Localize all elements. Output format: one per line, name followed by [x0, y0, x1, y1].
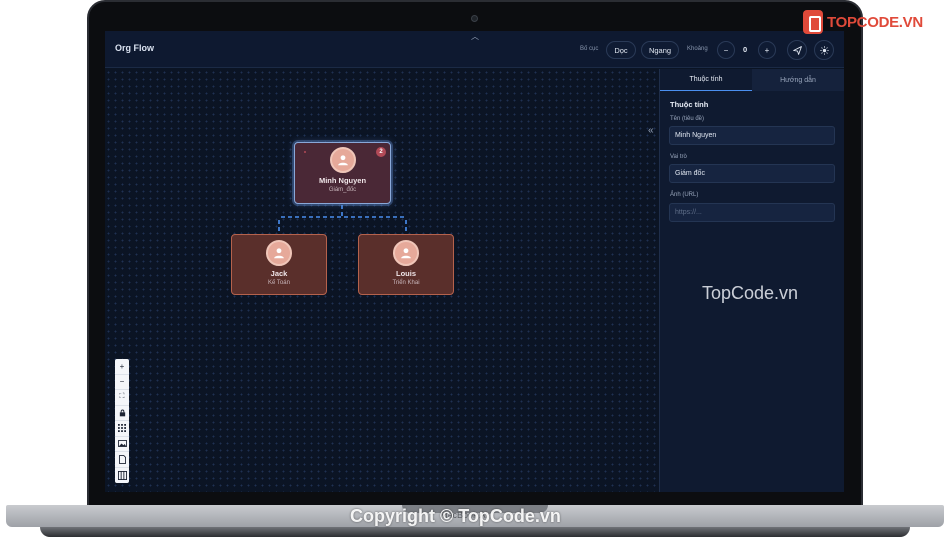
node-role: Kế Toán: [268, 280, 290, 286]
table-icon[interactable]: [115, 468, 129, 484]
user-icon: [401, 248, 411, 259]
tab-guide[interactable]: Hướng dẫn: [752, 69, 844, 91]
panel-tabs: Thuộc tính Hướng dẫn: [660, 69, 844, 91]
image-url-field-label: Ảnh (URL): [670, 192, 699, 198]
app-screen: Org Flow ︿ Bố cục Dọc Ngang Khoảng − 0 +: [105, 31, 844, 492]
theme-toggle-button[interactable]: [814, 40, 834, 60]
node-name: Louis: [396, 269, 416, 278]
avatar: [329, 147, 356, 173]
org-node-jack[interactable]: Jack Kế Toán: [231, 234, 327, 295]
spacing-increase-button[interactable]: +: [758, 41, 776, 59]
watermark-logo-text: TOPCODE.VN: [827, 13, 923, 31]
grid-icon[interactable]: [115, 421, 129, 437]
spacing-decrease-button[interactable]: −: [717, 41, 735, 59]
name-field[interactable]: Minh Nguyen: [669, 126, 835, 145]
panel-heading: Thuộc tính: [670, 100, 709, 109]
name-field-label: Tên (tiêu đề): [670, 116, 705, 122]
canvas-controls: + − ⛶: [115, 359, 129, 483]
tab-properties[interactable]: Thuộc tính: [660, 69, 752, 91]
properties-panel: Thuộc tính Hướng dẫn Thuộc tính Tên (tiê…: [659, 69, 844, 492]
lock-icon[interactable]: [115, 406, 129, 421]
node-name: Jack: [270, 269, 288, 278]
zoom-out-icon[interactable]: −: [115, 375, 129, 390]
user-icon: [274, 248, 284, 259]
org-node-louis[interactable]: Louis Triển Khai: [358, 234, 454, 295]
topcode-logo-icon: [803, 10, 823, 34]
node-role: Triển Khai: [392, 280, 420, 286]
top-bar: Org Flow ︿ Bố cục Dọc Ngang Khoảng − 0 +: [105, 31, 844, 68]
image-url-field[interactable]: https://...: [669, 203, 835, 222]
layout-label: Bố cục: [580, 46, 599, 52]
send-icon: [792, 45, 802, 55]
spacing-label: Khoảng: [687, 46, 708, 52]
layout-vertical-button[interactable]: Dọc: [606, 41, 636, 59]
watermark-copyright: Copyright © TopCode.vn: [350, 506, 561, 526]
laptop-base-bottom: [40, 527, 910, 537]
watermark-logo: TOPCODE.VN: [803, 10, 923, 34]
camera-icon: [471, 15, 478, 22]
zoom-in-icon[interactable]: +: [115, 359, 129, 375]
flow-canvas[interactable]: 2 Minh Nguyen Giám_đốc Jack Kế Toán Loui…: [105, 69, 659, 492]
image-export-icon[interactable]: [115, 437, 129, 452]
app-title: Org Flow: [115, 43, 154, 53]
pdf-export-icon[interactable]: [115, 452, 129, 468]
role-field-label: Vai trò: [670, 154, 687, 160]
org-node-root[interactable]: 2 Minh Nguyen Giám_đốc: [294, 142, 391, 204]
spacing-value: 0: [743, 45, 748, 54]
send-button[interactable]: [787, 40, 807, 60]
avatar: [393, 240, 419, 266]
node-role: Giám_đốc: [328, 187, 357, 193]
node-handle[interactable]: [304, 151, 306, 153]
collapse-header-icon[interactable]: ︿: [471, 31, 479, 42]
fit-view-icon[interactable]: ⛶: [115, 390, 129, 406]
collapse-panel-icon[interactable]: «: [648, 125, 654, 136]
layout-horizontal-button[interactable]: Ngang: [641, 41, 679, 59]
avatar: [266, 240, 292, 266]
node-name: Minh Nguyen: [318, 176, 367, 185]
sun-icon: [819, 45, 829, 55]
watermark-center: TopCode.vn: [702, 283, 799, 303]
children-count-badge: 2: [376, 147, 386, 157]
user-icon: [337, 155, 348, 166]
role-field[interactable]: Giám đốc: [669, 164, 835, 183]
